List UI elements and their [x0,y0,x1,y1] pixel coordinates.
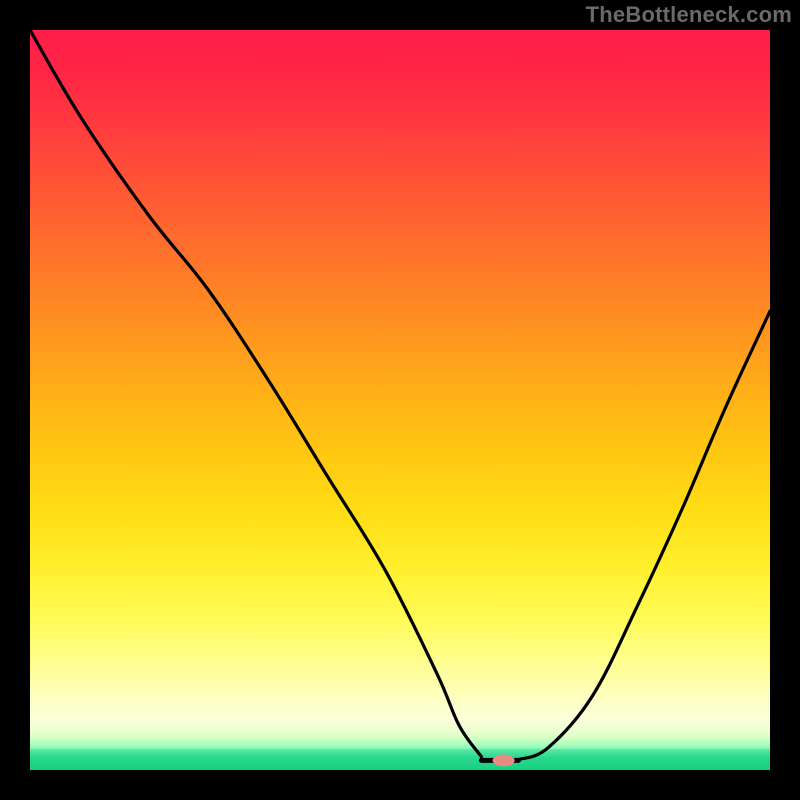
plot-area [30,30,770,770]
watermark-text: TheBottleneck.com [586,2,792,28]
bottleneck-curve-left [30,30,481,757]
chart-frame: TheBottleneck.com [0,0,800,800]
curve-svg [30,30,770,770]
optimum-marker [493,754,515,766]
bottleneck-curve-right [518,311,770,759]
